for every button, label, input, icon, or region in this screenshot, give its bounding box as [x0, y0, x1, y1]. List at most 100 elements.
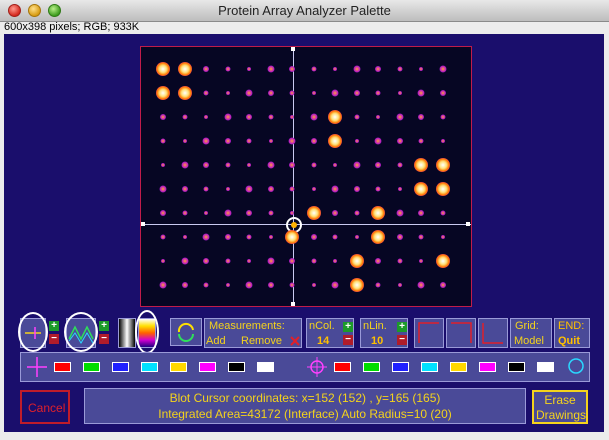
color-swatch[interactable]	[537, 362, 554, 372]
color-swatch[interactable]	[257, 362, 274, 372]
grid-corner-top-right-button[interactable]	[446, 318, 476, 348]
profile-plus-button[interactable]: +	[99, 321, 109, 331]
blot-spot	[349, 278, 364, 292]
blot-spot	[225, 162, 230, 168]
line-handle-bottom[interactable]	[291, 302, 295, 306]
color-swatch[interactable]	[170, 362, 187, 372]
blot-spot	[224, 138, 231, 144]
blot-spot	[354, 210, 359, 216]
grid-corner-top-left-button[interactable]	[414, 318, 444, 348]
blot-spot	[161, 163, 165, 167]
color-swatch[interactable]	[421, 362, 438, 372]
blot-spot	[306, 206, 321, 220]
blot-spot	[245, 281, 253, 289]
color-swatch[interactable]	[479, 362, 496, 372]
corner-top-left-icon	[418, 322, 439, 343]
remove-measurement-button[interactable]: Remove	[241, 335, 282, 347]
blot-spot	[331, 281, 339, 289]
quit-button[interactable]: Quit	[558, 335, 580, 347]
color-swatch[interactable]	[392, 362, 409, 372]
color-swatch[interactable]	[112, 362, 129, 372]
blot-spot	[435, 254, 450, 268]
blot-spot	[418, 210, 424, 216]
blot-spot	[203, 186, 209, 192]
ncol-minus-button[interactable]: −	[343, 335, 353, 345]
color-swatch[interactable]	[450, 362, 467, 372]
measurements-panel: Measurements: Add Remove	[204, 318, 302, 348]
color-swatch[interactable]	[199, 362, 216, 372]
grid-panel: Grid: Model	[510, 318, 552, 348]
refresh-button[interactable]	[170, 318, 202, 346]
blot-spot	[177, 86, 192, 100]
color-swatch[interactable]	[83, 362, 100, 372]
color-swatch[interactable]	[508, 362, 525, 372]
color-swatch[interactable]	[228, 362, 245, 372]
nlin-label: nLin.	[363, 320, 387, 332]
blot-spot	[289, 66, 295, 72]
blot-spot	[225, 283, 230, 287]
circle-tool-icon[interactable]	[566, 356, 586, 376]
grayscale-lut-button[interactable]	[118, 318, 136, 348]
nlin-minus-button[interactable]: −	[397, 335, 407, 345]
blot-spot	[333, 259, 337, 263]
blot-spot	[435, 158, 450, 172]
blot-spot	[310, 113, 317, 121]
color-swatch[interactable]	[54, 362, 71, 372]
crosshair-circle-icon[interactable]	[306, 356, 328, 378]
blot-spot	[397, 187, 402, 191]
blot-spot	[374, 137, 382, 145]
blot-spot	[311, 91, 316, 95]
blot-spot	[396, 234, 403, 240]
blot-spot	[289, 162, 295, 168]
blot-spot	[419, 67, 423, 71]
line-minus-button[interactable]: −	[49, 334, 59, 344]
blot-spot	[289, 186, 295, 192]
blot-spot	[224, 209, 231, 217]
blot-spot	[268, 139, 273, 143]
blot-spot	[328, 134, 342, 148]
line-handle-left[interactable]	[141, 222, 145, 226]
cancel-button[interactable]: Cancel	[20, 390, 70, 424]
color-swatch[interactable]	[334, 362, 351, 372]
blot-spot	[181, 186, 188, 192]
blot-spot	[156, 86, 170, 100]
erase-drawings-button[interactable]: Erase Drawings	[532, 390, 588, 424]
protein-array-blot-image[interactable]	[140, 46, 472, 307]
nlin-panel: nLin. 10 + −	[360, 318, 408, 348]
blot-spot	[311, 66, 316, 72]
color-swatch-bar	[20, 352, 590, 382]
blot-spot	[290, 115, 294, 119]
blot-spot	[396, 138, 403, 144]
blot-spot	[349, 254, 364, 268]
blot-spot	[417, 281, 425, 289]
measurements-label: Measurements:	[209, 320, 285, 332]
blot-spot	[353, 65, 360, 73]
line-handle-top[interactable]	[291, 47, 295, 51]
cross-cursor-icon[interactable]	[24, 354, 50, 380]
ncol-value: 14	[317, 335, 330, 347]
blot-spot	[332, 234, 338, 240]
line-handle-right[interactable]	[466, 222, 470, 226]
blot-spot	[247, 67, 251, 71]
blot-spot	[267, 257, 274, 265]
color-swatch[interactable]	[141, 362, 158, 372]
line-plus-button[interactable]: +	[49, 321, 59, 331]
blot-spot	[246, 138, 252, 144]
blot-spot	[204, 211, 208, 215]
blot-spot	[246, 210, 252, 216]
blot-spot	[204, 115, 208, 119]
ncol-plus-button[interactable]: +	[343, 322, 353, 332]
blot-spot	[247, 259, 251, 263]
profile-minus-button[interactable]: −	[99, 334, 109, 344]
nlin-plus-button[interactable]: +	[397, 322, 407, 332]
color-swatch[interactable]	[363, 362, 380, 372]
ncol-panel: nCol. 14 + −	[306, 318, 354, 348]
grid-model-button[interactable]: Model	[514, 335, 544, 347]
blot-spot	[288, 137, 296, 145]
blot-spot	[440, 114, 445, 120]
grid-corner-bottom-button[interactable]	[478, 318, 508, 348]
blot-spot	[375, 186, 381, 192]
add-measurement-button[interactable]: Add	[206, 335, 226, 347]
blot-spot	[333, 67, 337, 71]
blot-spot	[203, 258, 209, 264]
